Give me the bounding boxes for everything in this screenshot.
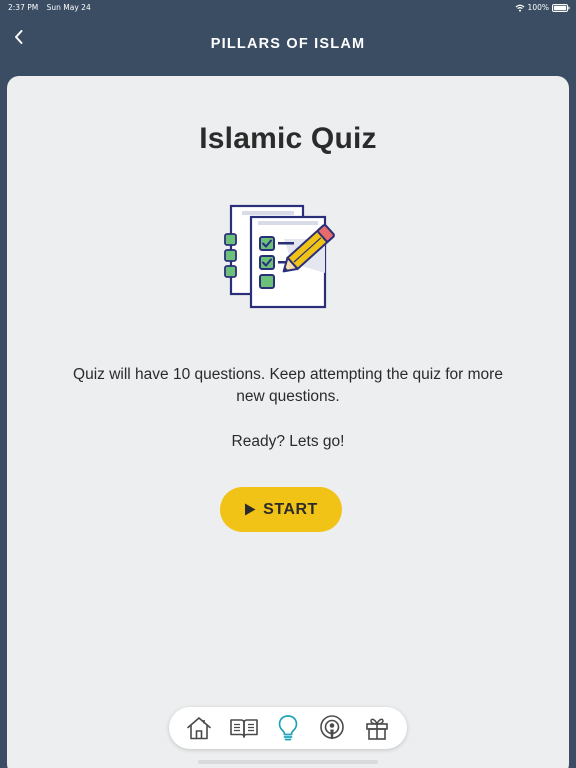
status-left: 2:37 PM Sun May 24 <box>8 3 97 12</box>
book-icon <box>229 719 258 738</box>
battery-percentage: 100% <box>527 3 549 12</box>
home-icon <box>187 717 211 740</box>
play-icon <box>245 503 256 516</box>
status-date: Sun May 24 <box>46 3 91 12</box>
status-time: 2:37 PM <box>8 3 39 12</box>
navigation-bar: PILLARS OF ISLAM <box>0 16 576 74</box>
battery-icon <box>552 3 570 12</box>
page-title: PILLARS OF ISLAM <box>210 36 366 52</box>
lightbulb-icon <box>278 715 298 741</box>
status-bar: 2:37 PM Sun May 24 100% <box>0 0 576 16</box>
status-right: 100% <box>515 3 570 12</box>
ready-text: Ready? Lets go! <box>231 433 345 450</box>
tab-podcast[interactable] <box>314 710 350 746</box>
gift-icon <box>365 718 388 740</box>
quiz-title: Islamic Quiz <box>199 122 377 155</box>
home-indicator <box>198 760 378 764</box>
tab-quiz[interactable] <box>270 710 306 746</box>
quiz-card <box>7 76 569 768</box>
tab-book[interactable] <box>226 710 262 746</box>
tab-gift[interactable] <box>359 710 395 746</box>
checklist-pencil-icon <box>222 203 346 313</box>
tab-bar <box>169 707 407 749</box>
quiz-description: Quiz will have 10 questions. Keep attemp… <box>73 366 503 405</box>
start-label: START <box>263 500 318 518</box>
tab-home[interactable] <box>181 710 217 746</box>
podcast-icon <box>320 715 345 739</box>
start-button[interactable]: START <box>220 487 342 532</box>
wifi-icon <box>515 4 525 12</box>
